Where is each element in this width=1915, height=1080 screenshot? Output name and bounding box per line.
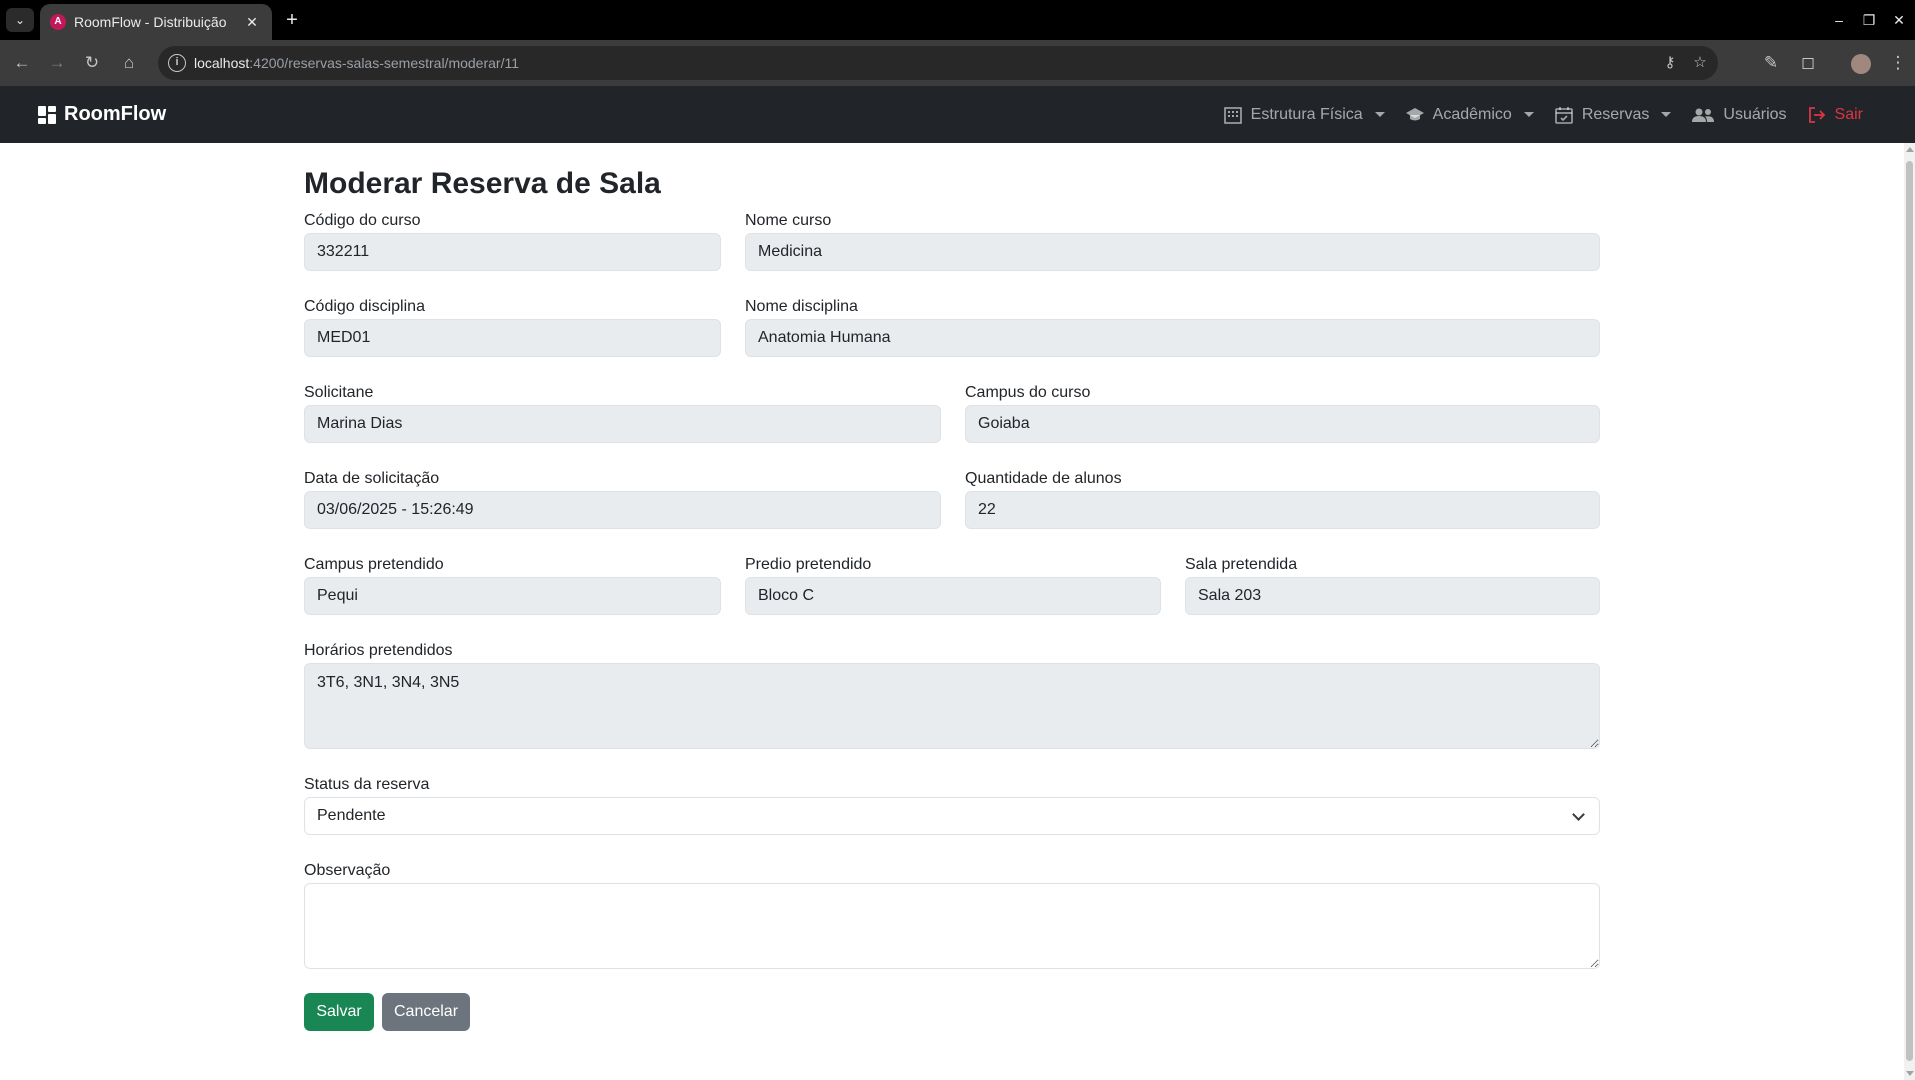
restore-icon[interactable]: ❐ bbox=[1855, 8, 1883, 32]
extensions-icon[interactable]: ◻ bbox=[1794, 49, 1822, 77]
nav-reservas[interactable]: Reservas bbox=[1554, 105, 1672, 125]
predio-pretendido-label: Predio pretendido bbox=[745, 556, 872, 573]
graduation-cap-icon bbox=[1405, 107, 1424, 120]
sala-pretendida-field: Sala pretendida Sala 203 bbox=[1185, 555, 1600, 615]
codigo-disciplina-field: Código disciplina MED01 bbox=[304, 297, 721, 357]
logout-icon bbox=[1808, 106, 1825, 123]
quantidade-alunos-field: Quantidade de alunos 22 bbox=[965, 469, 1600, 529]
status-field: Status da reserva Pendente bbox=[304, 775, 1600, 835]
nome-disciplina-field: Nome disciplina Anatomia Humana bbox=[745, 297, 1600, 357]
solicitante-label: Solicitane bbox=[304, 384, 374, 401]
observacao-label: Observação bbox=[304, 862, 391, 879]
browser-toolbar: ← → ↻ ⌂ i localhost:4200/reservas-salas-… bbox=[0, 40, 1915, 86]
codigo-disciplina-input[interactable]: MED01 bbox=[304, 319, 721, 357]
horarios-field: Horários pretendidos 3T6, 3N1, 3N4, 3N5 bbox=[304, 641, 1600, 749]
campus-curso-field: Campus do curso Goiaba bbox=[965, 383, 1600, 443]
horarios-label: Horários pretendidos bbox=[304, 642, 453, 659]
menu-kebab-icon[interactable]: ⋮ bbox=[1884, 49, 1912, 77]
chevron-down-icon bbox=[1572, 808, 1585, 821]
close-window-icon[interactable]: ✕ bbox=[1885, 8, 1913, 32]
minimize-icon[interactable]: – bbox=[1825, 8, 1853, 32]
sala-pretendida-input[interactable]: Sala 203 bbox=[1185, 577, 1600, 615]
site-info-icon[interactable]: i bbox=[168, 54, 186, 72]
status-label: Status da reserva bbox=[304, 776, 430, 793]
page-title: Moderar Reserva de Sala bbox=[304, 167, 661, 200]
nome-curso-label: Nome curso bbox=[745, 212, 832, 229]
data-solicitacao-field: Data de solicitação 03/06/2025 - 15:26:4… bbox=[304, 469, 941, 529]
campus-pretendido-input[interactable]: Pequi bbox=[304, 577, 721, 615]
campus-pretendido-label: Campus pretendido bbox=[304, 556, 444, 573]
horarios-textarea[interactable]: 3T6, 3N1, 3N4, 3N5 bbox=[304, 663, 1600, 749]
cancel-button[interactable]: Cancelar bbox=[382, 993, 470, 1031]
scroll-down-icon[interactable] bbox=[1906, 1071, 1914, 1076]
save-button[interactable]: Salvar bbox=[304, 993, 374, 1031]
caret-down-icon bbox=[1523, 112, 1534, 117]
nav-academico[interactable]: Acadêmico bbox=[1405, 105, 1534, 125]
status-select-value: Pendente bbox=[317, 807, 386, 824]
nav-usuarios-label: Usuários bbox=[1723, 105, 1787, 123]
campus-curso-label: Campus do curso bbox=[965, 384, 1091, 401]
pen-icon[interactable]: ✎ bbox=[1757, 49, 1785, 77]
nav-items: Estrutura Física Acadêmico Reservas Usuá… bbox=[1223, 86, 1863, 143]
angular-favicon-icon: A bbox=[50, 14, 66, 30]
scroll-up-icon[interactable] bbox=[1906, 147, 1914, 152]
dashboard-icon bbox=[38, 105, 56, 124]
codigo-curso-input[interactable]: 332211 bbox=[304, 233, 721, 271]
codigo-disciplina-label: Código disciplina bbox=[304, 298, 425, 315]
forward-icon[interactable]: → bbox=[43, 49, 71, 77]
solicitante-input[interactable]: Marina Dias bbox=[304, 405, 941, 443]
codigo-curso-field: Código do curso 332211 bbox=[304, 211, 721, 271]
browser-tabbar: ⌄ A RoomFlow - Distribuição ✕ + – ❐ ✕ bbox=[0, 0, 1915, 40]
users-icon bbox=[1692, 108, 1715, 122]
nome-curso-field: Nome curso Medicina bbox=[745, 211, 1600, 271]
campus-curso-input[interactable]: Goiaba bbox=[965, 405, 1600, 443]
browser-tab[interactable]: A RoomFlow - Distribuição ✕ bbox=[40, 4, 272, 40]
nav-estrutura-fisica[interactable]: Estrutura Física bbox=[1223, 105, 1385, 125]
quantidade-alunos-label: Quantidade de alunos bbox=[965, 470, 1122, 487]
reload-icon[interactable]: ↻ bbox=[78, 49, 106, 77]
brand-name: RoomFlow bbox=[64, 103, 167, 125]
nome-curso-input[interactable]: Medicina bbox=[745, 233, 1600, 271]
nome-disciplina-label: Nome disciplina bbox=[745, 298, 858, 315]
address-bar[interactable]: i localhost:4200/reservas-salas-semestra… bbox=[158, 46, 1718, 80]
brand[interactable]: RoomFlow bbox=[38, 86, 166, 143]
predio-pretendido-input[interactable]: Bloco C bbox=[745, 577, 1161, 615]
new-tab-icon[interactable]: + bbox=[280, 8, 304, 32]
nome-disciplina-input[interactable]: Anatomia Humana bbox=[745, 319, 1600, 357]
close-tab-icon[interactable]: ✕ bbox=[242, 12, 262, 32]
calendar-check-icon bbox=[1555, 106, 1573, 124]
caret-down-icon bbox=[1661, 112, 1672, 117]
data-solicitacao-label: Data de solicitação bbox=[304, 470, 440, 487]
tab-list-chevron-icon[interactable]: ⌄ bbox=[6, 8, 34, 32]
caret-down-icon bbox=[1374, 112, 1385, 117]
campus-pretendido-field: Campus pretendido Pequi bbox=[304, 555, 721, 615]
nav-academico-label: Acadêmico bbox=[1432, 105, 1512, 123]
nav-reservas-label: Reservas bbox=[1581, 105, 1650, 123]
nav-usuarios[interactable]: Usuários bbox=[1691, 105, 1787, 125]
solicitante-field: Solicitane Marina Dias bbox=[304, 383, 941, 443]
profile-avatar[interactable] bbox=[1851, 54, 1871, 74]
scroll-thumb[interactable] bbox=[1906, 161, 1913, 1061]
url-text[interactable]: localhost:4200/reservas-salas-semestral/… bbox=[194, 46, 519, 80]
nav-estrutura-fisica-label: Estrutura Física bbox=[1250, 105, 1363, 123]
predio-pretendido-field: Predio pretendido Bloco C bbox=[745, 555, 1161, 615]
codigo-curso-label: Código do curso bbox=[304, 212, 421, 229]
tab-title: RoomFlow - Distribuição bbox=[74, 14, 227, 30]
building-icon bbox=[1223, 106, 1242, 124]
sala-pretendida-label: Sala pretendida bbox=[1185, 556, 1298, 573]
status-select[interactable]: Pendente bbox=[304, 797, 1600, 835]
observacao-field: Observação bbox=[304, 861, 1600, 969]
data-solicitacao-input[interactable]: 03/06/2025 - 15:26:49 bbox=[304, 491, 941, 529]
nav-sair-label: Sair bbox=[1834, 105, 1863, 123]
nav-sair[interactable]: Sair bbox=[1807, 105, 1863, 125]
password-key-icon[interactable]: ⚷ bbox=[1658, 51, 1682, 75]
back-icon[interactable]: ← bbox=[8, 49, 36, 77]
page-scrollbar[interactable] bbox=[1904, 143, 1915, 1080]
home-icon[interactable]: ⌂ bbox=[115, 49, 143, 77]
observacao-textarea[interactable] bbox=[304, 883, 1600, 969]
quantidade-alunos-input[interactable]: 22 bbox=[965, 491, 1600, 529]
app-navbar: RoomFlow Estrutura Física Acadêmico Rese… bbox=[0, 86, 1915, 143]
bookmark-star-icon[interactable]: ☆ bbox=[1688, 51, 1712, 75]
